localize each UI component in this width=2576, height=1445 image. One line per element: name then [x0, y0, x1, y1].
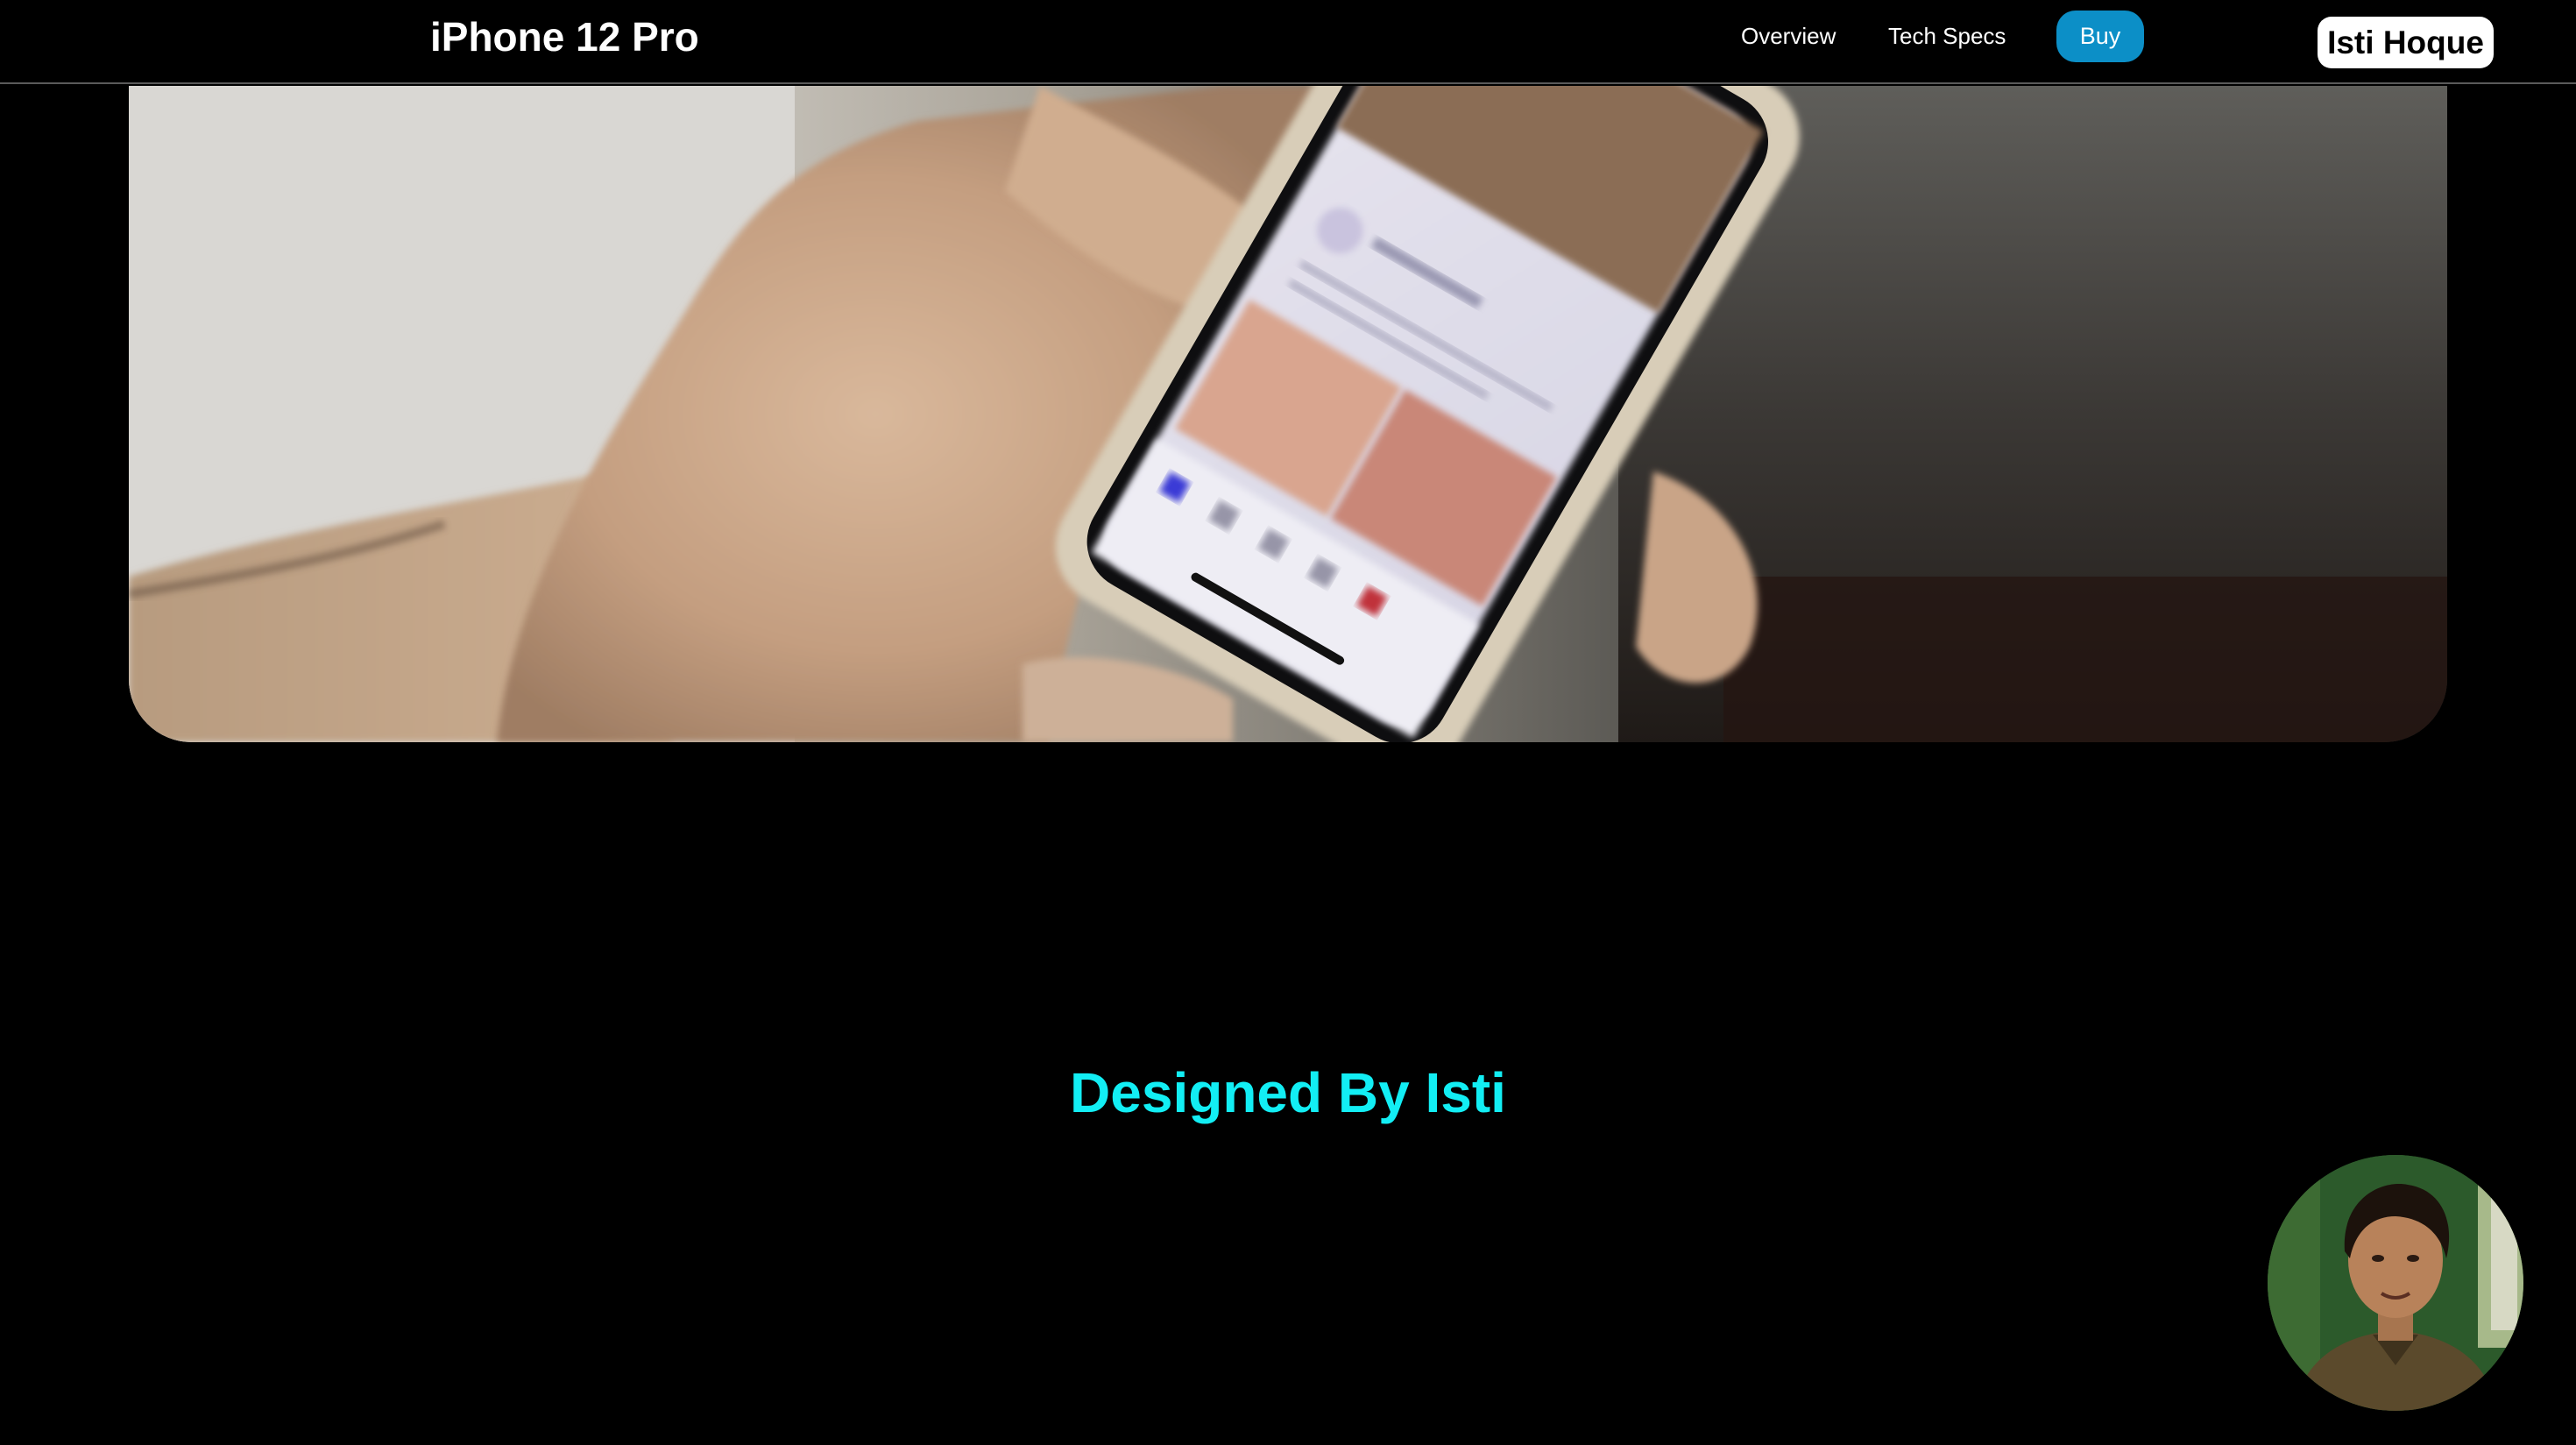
- brand-title[interactable]: iPhone 12 Pro: [430, 12, 699, 61]
- hero-video[interactable]: [129, 86, 2447, 742]
- profile-photo-icon: [2268, 1155, 2523, 1411]
- top-navbar: iPhone 12 Pro Overview Tech Specs Buy Is…: [0, 0, 2576, 84]
- buy-button[interactable]: Buy: [2056, 11, 2144, 62]
- user-name-badge[interactable]: Isti Hoque: [2318, 17, 2494, 68]
- profile-avatar[interactable]: [2268, 1155, 2523, 1411]
- nav-link-tech-specs[interactable]: Tech Specs: [1888, 21, 2006, 51]
- hand-holding-phone-image: [129, 86, 2447, 742]
- page: iPhone 12 Pro Overview Tech Specs Buy Is…: [0, 0, 2576, 1445]
- designer-credit: Designed By Isti: [1070, 1061, 1506, 1124]
- nav-link-overview[interactable]: Overview: [1741, 21, 1836, 51]
